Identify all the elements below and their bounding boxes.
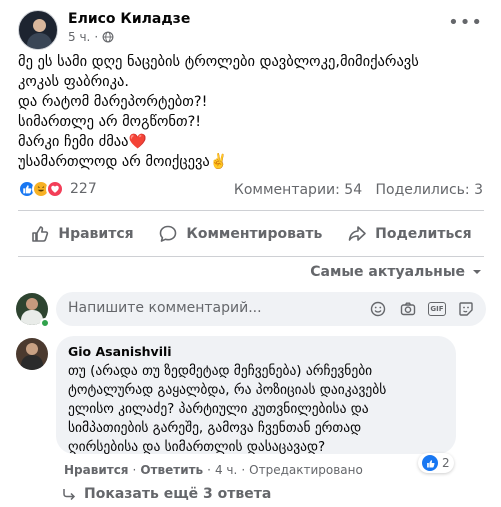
comment-like-link[interactable]: Нравится	[64, 463, 129, 477]
thumbs-up-icon	[32, 226, 49, 242]
camera-icon[interactable]	[398, 299, 418, 319]
comment-label: Комментировать	[186, 226, 323, 242]
post-author-name[interactable]: Елисо Киладзе	[68, 11, 190, 27]
post-line: და რატომ მარეპორტებთ?!	[18, 94, 208, 110]
comment-reply-link[interactable]: Ответить	[140, 463, 203, 477]
emoji-icon[interactable]	[368, 299, 388, 319]
more-dots-icon[interactable]: •••	[448, 12, 483, 33]
show-replies-link[interactable]: Показать ещё 3 ответа	[62, 486, 271, 502]
post-time[interactable]: 5 ч.	[68, 30, 90, 44]
comment-line: თუ (არადა თუ ზედმეტად მეჩვენება) არჩევნე…	[68, 363, 373, 379]
divider	[18, 256, 484, 257]
sort-label: Самые актуальные	[310, 264, 465, 280]
shares-count[interactable]: Поделились: 3	[375, 182, 483, 198]
post-actions-bar: Нравится Комментировать Поделиться	[18, 216, 484, 252]
comment-edited-label: Отредактировано	[249, 463, 363, 477]
comment-text: თუ (არადა თუ ზედმეტად მეჩვენება) არჩევნე…	[68, 362, 444, 457]
comment-button[interactable]: Комментировать	[158, 224, 322, 244]
reactions-summary[interactable]: 227	[18, 180, 97, 198]
comment-author[interactable]: Gio Asanishvili	[68, 344, 444, 359]
comments-count[interactable]: Комментарии: 54	[234, 182, 362, 198]
comment-sort-dropdown[interactable]: Самые актуальные	[310, 264, 483, 280]
share-label: Поделиться	[375, 226, 472, 242]
post-line: კოკას ფაბრიკა.	[18, 74, 129, 90]
online-status-dot	[40, 318, 50, 328]
comment-input[interactable]	[68, 300, 318, 316]
gif-icon[interactable]: GIF	[428, 302, 446, 316]
engagement-counts: Комментарии: 54 Поделились: 3	[234, 182, 483, 198]
post-line: უსამართლოდ არ მოიქცევა✌️	[18, 154, 228, 170]
comment-bubble-icon	[160, 225, 177, 242]
comment-time[interactable]: 4 ч.	[215, 463, 237, 477]
comment-line: ღირსებისა და სიმართლის დასაცავად?	[68, 439, 326, 455]
comment-composer[interactable]: GIF	[56, 292, 486, 326]
divider	[18, 210, 484, 211]
comment-reaction-count[interactable]: 2	[418, 453, 454, 473]
like-button[interactable]: Нравится	[30, 224, 134, 244]
comment-line: ტოტალურად გაყალბდა, რა პოზიციას დაიკავებ…	[68, 382, 387, 398]
post-line: მე ეს სამი დღე ნაცების ტროლები დავბლოკე,…	[18, 54, 419, 70]
separator: ·	[241, 463, 246, 477]
comment-actions: Нравится · Ответить · 4 ч. · Отредактиро…	[64, 463, 363, 477]
caret-down-icon	[473, 270, 481, 274]
sticker-icon[interactable]	[456, 299, 476, 319]
commenter-avatar[interactable]	[16, 338, 48, 370]
post-line: სიმართლე არ მოგწონთ?!	[18, 114, 202, 130]
like-label: Нравится	[58, 226, 134, 242]
love-icon	[46, 180, 64, 198]
share-arrow-icon	[348, 226, 366, 241]
comment-line: ელისო კილაძე? პარტიული კუთვნილებისა და	[68, 401, 369, 417]
like-icon	[422, 455, 438, 471]
reaction-count: 227	[70, 181, 97, 197]
share-button[interactable]: Поделиться	[347, 224, 472, 244]
comment-line: სიმპათიების გარეშე, გამოვა ჩვენთან ერთად	[68, 420, 362, 436]
meta-separator: ·	[94, 30, 99, 44]
separator: ·	[207, 463, 211, 477]
show-replies-label: Показать ещё 3 ответа	[84, 486, 272, 502]
separator: ·	[132, 463, 137, 477]
post-body: მე ეს სამი დღე ნაცების ტროლები დავბლოკე,…	[18, 52, 488, 172]
comment-bubble: Gio Asanishvili თუ (არადა თუ ზედმეტად მე…	[56, 336, 456, 457]
post-meta: 5 ч. ·	[68, 30, 114, 44]
reply-arrow-icon	[63, 489, 76, 500]
author-avatar[interactable]	[18, 10, 58, 50]
post-line: მარკი ჩემი ძმაა❤️	[18, 134, 147, 150]
globe-icon	[102, 31, 114, 43]
comment-like-count: 2	[442, 456, 450, 470]
